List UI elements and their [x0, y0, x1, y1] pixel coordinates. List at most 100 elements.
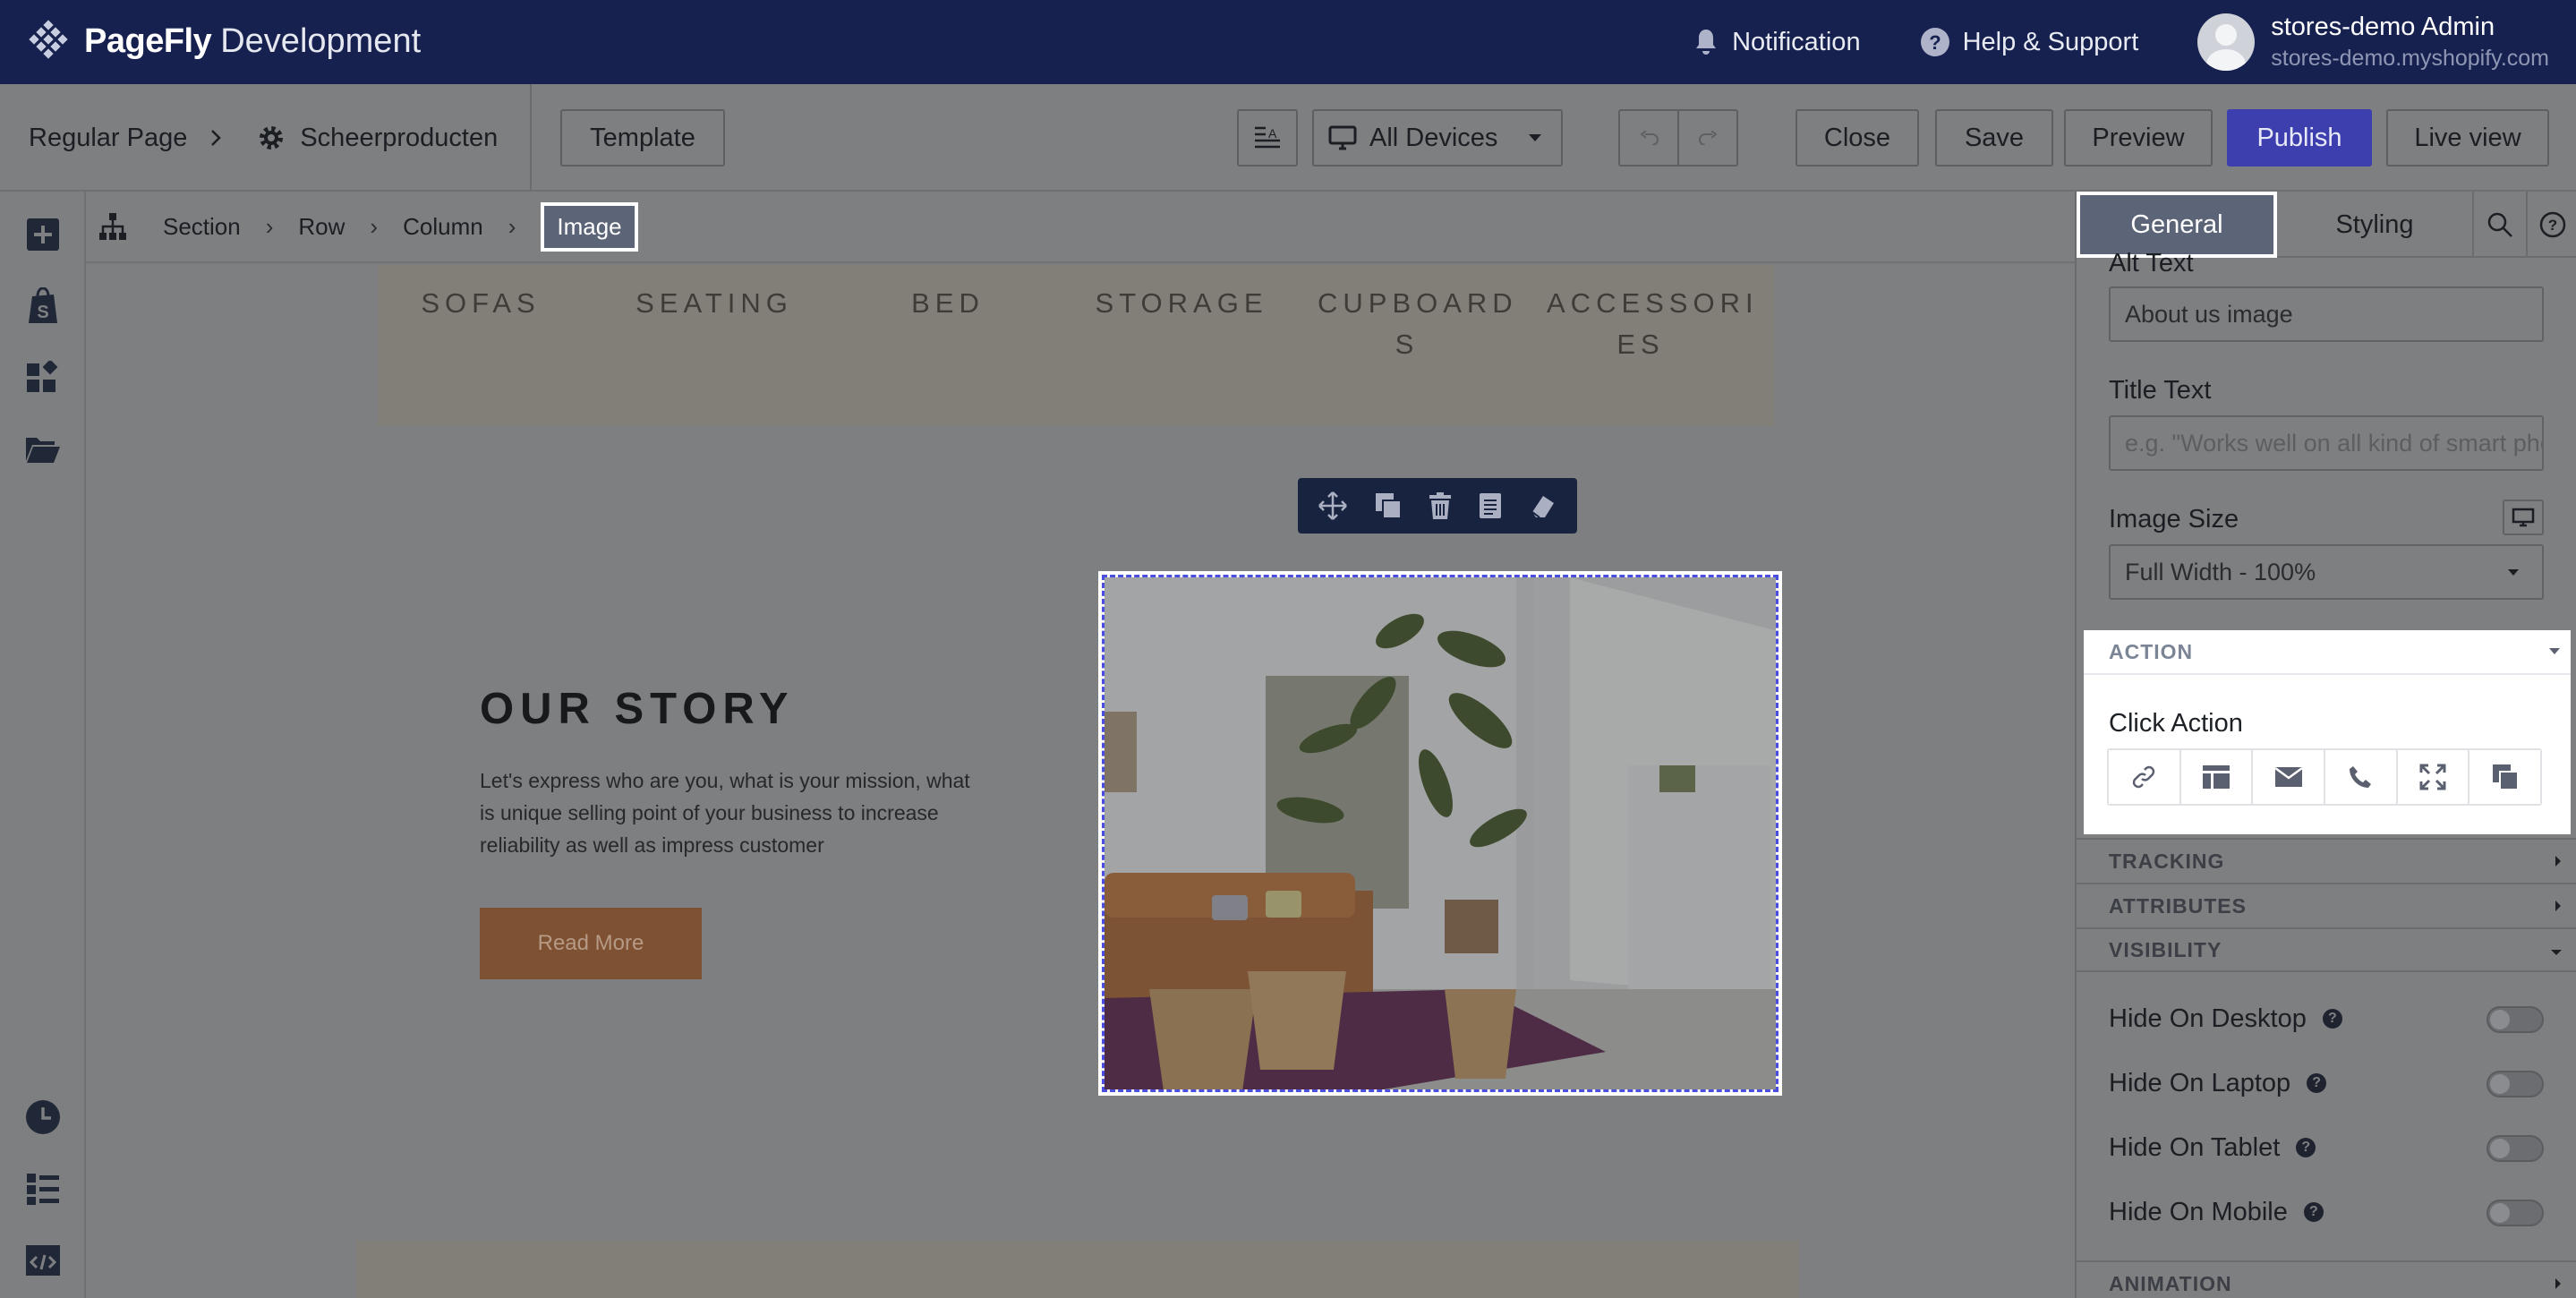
breadcrumb-column[interactable]: Column [403, 213, 483, 241]
redo-icon [1699, 131, 1718, 145]
nav-item-accessories[interactable]: ACCESSORI ES [1547, 283, 1753, 365]
eraser-icon[interactable] [1529, 492, 1557, 519]
help-icon[interactable]: ? [2303, 1202, 2324, 1222]
shopify-bag-icon[interactable]: S [23, 286, 63, 326]
visibility-section-header[interactable]: VISIBILITY [2077, 927, 2576, 972]
gear-icon[interactable] [257, 124, 286, 152]
move-icon[interactable] [1318, 491, 1348, 521]
read-more-button[interactable]: Read More [480, 908, 702, 979]
hide-on-mobile-toggle[interactable] [2486, 1200, 2544, 1226]
panel-search-button[interactable] [2472, 192, 2526, 258]
code-icon[interactable] [23, 1241, 63, 1280]
tab-styling[interactable]: Styling [2277, 192, 2472, 258]
page-canvas: SOFAS SEATING BED STORAGE CUPBOARD S ACC… [86, 265, 2075, 1298]
animation-section-title: ANIMATION [2109, 1271, 2232, 1295]
email-action-button[interactable] [2253, 750, 2326, 804]
selected-image-frame[interactable] [1098, 571, 1782, 1096]
template-button[interactable]: Template [560, 109, 725, 167]
search-icon [2487, 212, 2512, 237]
image-toolbar [1298, 478, 1577, 534]
pagefly-logo-icon [29, 20, 68, 59]
click-action-label: Click Action [2109, 709, 2243, 738]
redo-button[interactable] [1677, 109, 1738, 167]
tracking-section-header[interactable]: TRACKING [2077, 838, 2576, 883]
story-text: Let's express who are you, what is your … [480, 769, 970, 857]
alt-text-field[interactable]: About us image [2109, 286, 2544, 342]
device-select[interactable]: All Devices [1312, 109, 1563, 167]
about-us-image[interactable] [1102, 575, 1778, 1092]
hide-on-mobile-label: Hide On Mobile [2109, 1197, 2288, 1226]
plus-box-icon[interactable] [23, 215, 63, 254]
phone-action-button[interactable] [2325, 750, 2398, 804]
email-icon [2273, 766, 2303, 787]
popup-action-button[interactable] [2469, 750, 2541, 804]
nav-item-sofas[interactable]: SOFAS [378, 283, 584, 324]
hide-on-desktop-toggle[interactable] [2486, 1006, 2544, 1033]
properties-panel: General Styling ? Alt Text About us imag… [2075, 192, 2576, 1298]
tracking-section-title: TRACKING [2109, 849, 2225, 873]
hide-on-tablet-toggle[interactable] [2486, 1135, 2544, 1162]
link-icon [2133, 765, 2155, 789]
help-circle-icon: ? [2539, 211, 2566, 238]
undo-button[interactable] [1618, 109, 1679, 167]
svg-text:A: A [1268, 126, 1277, 141]
action-section: ACTION Click Action [2084, 630, 2571, 834]
chevron-right-icon: › [508, 212, 516, 240]
close-button[interactable]: Close [1796, 109, 1919, 167]
left-rail: S [0, 192, 86, 1298]
action-section-header[interactable]: ACTION [2084, 630, 2571, 675]
breadcrumb-section[interactable]: Section [163, 213, 241, 241]
top-bar: PageFly Development Notification ? Help … [0, 0, 2576, 84]
breadcrumb-row[interactable]: Row [298, 213, 345, 241]
brand[interactable]: PageFly Development [27, 18, 421, 64]
panel-help-button[interactable]: ? [2526, 192, 2576, 258]
tab-general[interactable]: General [2077, 192, 2277, 258]
bell-icon [1696, 30, 1717, 55]
widgets-icon[interactable] [23, 358, 63, 397]
responsive-device-toggle[interactable] [2503, 500, 2544, 535]
nav-item-seating[interactable]: SEATING [611, 283, 817, 324]
fullscreen-action-button[interactable] [2397, 750, 2470, 804]
preview-button[interactable]: Preview [2064, 109, 2213, 167]
notification-link[interactable]: Notification [1693, 27, 1861, 57]
nav-item-storage[interactable]: STORAGE [1079, 283, 1284, 324]
click-action-options [2107, 748, 2542, 806]
popup-icon [2492, 764, 2519, 790]
account-store: stores-demo.myshopify.com [2271, 46, 2549, 71]
link-action-button[interactable] [2109, 750, 2181, 804]
sitemap-icon[interactable] [98, 212, 127, 241]
breadcrumb-image-active[interactable]: Image [541, 201, 638, 252]
page-name[interactable]: Scheerproducten [300, 124, 498, 153]
notification-label: Notification [1732, 27, 1861, 56]
help-icon[interactable]: ? [2296, 1138, 2316, 1157]
panel-tabs: General Styling ? [2077, 192, 2576, 258]
nav-item-bed[interactable]: BED [845, 283, 1051, 324]
animation-section-header[interactable]: ANIMATION [2077, 1260, 2576, 1298]
hide-on-tablet-row: Hide On Tablet ? [2109, 1130, 2544, 1166]
save-button[interactable]: Save [1935, 109, 2053, 167]
account-menu[interactable]: stores-demo Admin stores-demo.myshopify.… [2197, 13, 2549, 72]
duplicate-icon[interactable] [1374, 491, 1403, 520]
page-action-button[interactable] [2180, 750, 2254, 804]
live-view-button[interactable]: Live view [2386, 109, 2549, 167]
publish-button[interactable]: Publish [2227, 109, 2372, 167]
visibility-section-title: VISIBILITY [2109, 937, 2222, 961]
text-format-button[interactable]: A [1237, 109, 1298, 167]
nav-item-cupboards[interactable]: CUPBOARD S [1318, 283, 1513, 365]
history-icon[interactable] [23, 1097, 63, 1137]
help-icon[interactable]: ? [2322, 1009, 2342, 1029]
title-text-field[interactable]: e.g. "Works well on all kind of smart ph… [2109, 415, 2544, 471]
category-nav: SOFAS SEATING BED STORAGE CUPBOARD S ACC… [378, 265, 1774, 426]
list-icon[interactable] [23, 1169, 63, 1208]
hide-on-laptop-toggle[interactable] [2486, 1071, 2544, 1097]
image-size-select[interactable]: Full Width - 100% [2109, 544, 2544, 600]
page-type-link[interactable]: Regular Page [29, 124, 187, 153]
copy-icon[interactable] [1478, 491, 1503, 520]
help-icon[interactable]: ? [2307, 1073, 2327, 1093]
attributes-section-header[interactable]: ATTRIBUTES [2077, 883, 2576, 927]
phone-icon [2350, 766, 2372, 788]
help-support-link[interactable]: ? Help & Support [1920, 27, 2138, 57]
avatar [2197, 13, 2256, 71]
folder-open-icon[interactable] [23, 430, 63, 469]
delete-icon[interactable] [1428, 491, 1453, 520]
